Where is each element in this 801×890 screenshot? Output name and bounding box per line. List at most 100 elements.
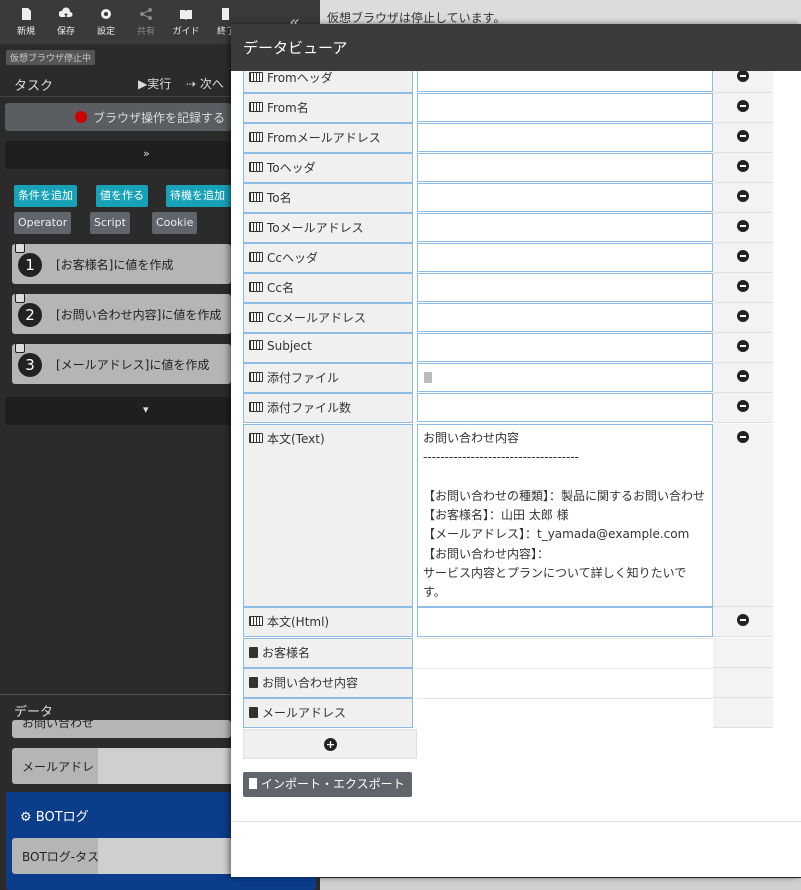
remove-icon[interactable] [737, 340, 749, 352]
data-row: Subject [243, 333, 773, 363]
pin-icon [15, 343, 25, 353]
variable-value [417, 638, 713, 668]
row-actions [713, 123, 773, 153]
add-condition-button[interactable]: 条件を追加 [14, 185, 77, 207]
remove-icon[interactable] [737, 431, 749, 443]
keyboard-icon [249, 282, 263, 292]
remove-icon[interactable] [737, 220, 749, 232]
remove-icon[interactable] [737, 280, 749, 292]
step-item[interactable]: 1 [お客様名]に値を作成 [12, 243, 231, 284]
row-actions [713, 303, 773, 333]
remove-icon[interactable] [737, 614, 749, 626]
row-actions [713, 243, 773, 273]
data-row: 添付ファイル数 [243, 393, 773, 423]
keyboard-icon [249, 372, 263, 382]
data-viewer-modal: データビューア Fromヘッダ From名 Fromメールアドレス Toヘッダ To名 T… [231, 24, 801, 877]
data-row: From名 [243, 93, 773, 123]
remove-icon[interactable] [737, 400, 749, 412]
row-value-field[interactable] [417, 71, 713, 92]
add-wait-button[interactable]: 待機を追加 [166, 185, 231, 207]
file-icon [249, 778, 257, 789]
make-value-button[interactable]: 値を作る [96, 185, 148, 207]
row-value-field[interactable] [417, 183, 713, 212]
cookie-button[interactable]: Cookie [152, 212, 198, 234]
guide-button[interactable]: ガイド [168, 7, 204, 37]
gear-icon [101, 9, 111, 19]
file-icon [22, 8, 31, 20]
step-item[interactable]: 2 [お問い合わせ内容]に値を作成 [12, 293, 231, 334]
share-icon [140, 8, 152, 20]
keyboard-icon [249, 402, 263, 412]
data-item[interactable]: BOTログ-タス [12, 838, 231, 874]
step-label: [お問い合わせ内容]に値を作成 [56, 308, 222, 322]
row-value-field[interactable] [417, 123, 713, 152]
row-value-field[interactable] [417, 213, 713, 242]
bot-log-title: ⚙ BOTログ [20, 810, 89, 825]
row-value-field[interactable] [417, 243, 713, 272]
row-actions [713, 93, 773, 123]
row-actions [713, 213, 773, 243]
script-button[interactable]: Script [90, 212, 130, 234]
settings-button[interactable]: 設定 [88, 7, 124, 37]
row-actions [713, 607, 773, 637]
row-label: 添付ファイル [243, 363, 413, 393]
remove-icon[interactable] [737, 370, 749, 382]
step-number: 2 [18, 303, 42, 327]
row-actions [713, 638, 773, 668]
add-row-button[interactable]: + [243, 729, 417, 759]
data-row: Ccメールアドレス [243, 303, 773, 333]
remove-icon[interactable] [737, 100, 749, 112]
data-row: Fromメールアドレス [243, 123, 773, 153]
remove-icon[interactable] [737, 130, 749, 142]
row-value-field[interactable] [417, 393, 713, 422]
keyboard-icon [249, 222, 263, 232]
data-row: Fromヘッダ [243, 71, 773, 93]
row-value-field[interactable] [417, 153, 713, 182]
file-icon [424, 372, 432, 383]
keyboard-icon [249, 162, 263, 172]
remove-icon[interactable] [737, 71, 749, 82]
remove-icon[interactable] [737, 310, 749, 322]
start-block[interactable]: » 開始 [5, 141, 292, 184]
keyboard-icon [249, 616, 263, 626]
finish-label: ▾ 完了 [143, 403, 292, 440]
row-label: To名 [243, 183, 413, 213]
keyboard-icon [249, 340, 263, 350]
remove-icon[interactable] [737, 190, 749, 202]
save-button[interactable]: 保存 [48, 7, 84, 37]
next-button[interactable]: ⇢ 次へ [186, 75, 224, 92]
share-button[interactable]: 共有 [128, 7, 164, 37]
row-label: Fromヘッダ [243, 71, 413, 93]
step-item[interactable]: 3 [メールアドレス]に値を作成 [12, 343, 231, 384]
record-button[interactable]: ブラウザ操作を記録する [5, 103, 231, 131]
data-item[interactable]: メールアドレ [12, 748, 231, 784]
data-row: Cc名 [243, 273, 773, 303]
remove-icon[interactable] [737, 250, 749, 262]
operator-button[interactable]: Operator [14, 212, 72, 234]
pin-icon [15, 293, 25, 303]
data-row: Toメールアドレス [243, 213, 773, 243]
row-actions [713, 424, 773, 607]
row-value-field[interactable] [417, 333, 713, 362]
new-button[interactable]: 新規 [8, 7, 44, 37]
step-label: [メールアドレス]に値を作成 [56, 358, 210, 372]
modal-title: データビューア [243, 39, 348, 57]
remove-icon[interactable] [737, 160, 749, 172]
row-value-field[interactable] [417, 303, 713, 332]
row-value-field[interactable] [417, 93, 713, 122]
data-item[interactable]: お問い合わせ [12, 720, 231, 738]
keyboard-icon [249, 312, 263, 322]
modal-footer-divider [231, 821, 801, 822]
copy-icon [249, 707, 258, 718]
body-html-field[interactable] [417, 607, 713, 637]
plus-icon: + [324, 738, 337, 751]
row-value-field[interactable] [417, 273, 713, 302]
row-label: お問い合わせ内容 [243, 668, 413, 698]
import-export-button[interactable]: インポート・エクスポート [243, 772, 412, 797]
body-text-field[interactable]: お問い合わせ内容 -------------------------------… [417, 424, 713, 619]
row-value-field[interactable] [417, 363, 713, 392]
run-button[interactable]: ▶実行 [138, 75, 171, 92]
row-label: Ccメールアドレス [243, 303, 413, 333]
row-actions [713, 698, 773, 728]
finish-block[interactable]: ▾ 完了 [5, 397, 292, 440]
